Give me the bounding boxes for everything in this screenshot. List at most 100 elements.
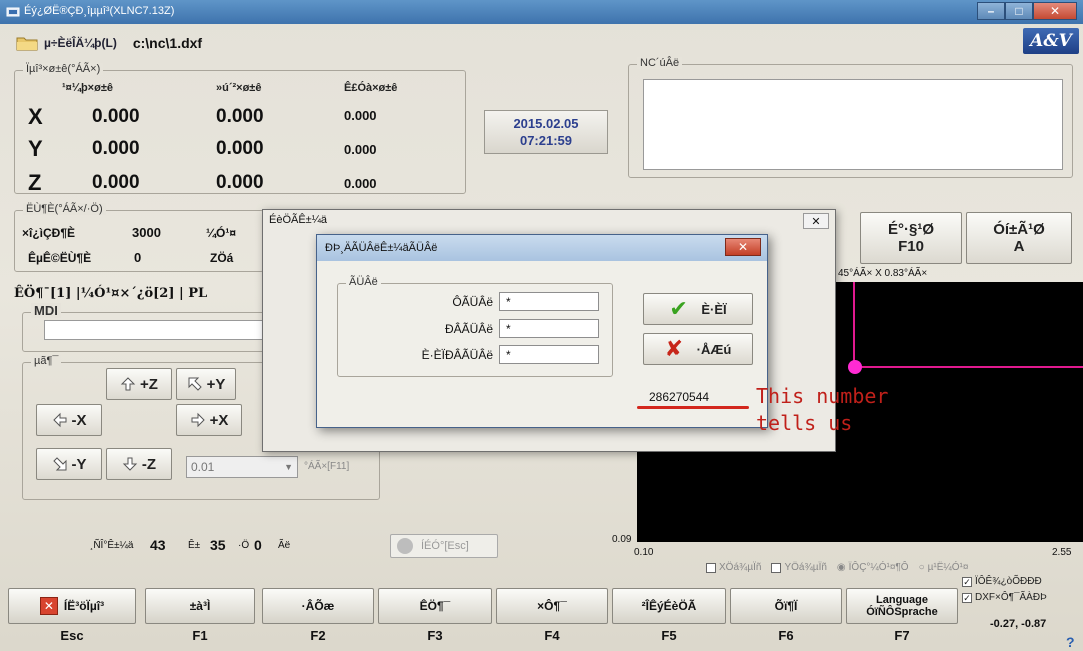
valve-off-label: É°·§¹Ø bbox=[887, 221, 934, 238]
jog-minus-x-button[interactable]: -X bbox=[36, 404, 102, 436]
confirm-password-label: È·ÈÏÐÂÃÜÂë bbox=[421, 348, 493, 362]
jog-minus-y-label: -Y bbox=[71, 455, 87, 473]
fkey-f3-key: F3 bbox=[427, 628, 443, 643]
hours-label: Ê± bbox=[188, 540, 201, 551]
cut-time-label: ¸ÑÎ°Ê±¼ä bbox=[90, 540, 134, 551]
mode-tabs[interactable]: ÊÖ¶¯[1] |¼Ó¹¤×´¿ö[2] | PL bbox=[14, 286, 207, 301]
remain-y-value: 0.000 bbox=[344, 142, 377, 157]
chevron-down-icon: ▼ bbox=[284, 462, 293, 472]
radio-option-b[interactable]: ○ µ¹Ë¼Ó¹¤ bbox=[919, 562, 969, 573]
machining-label: ¼Ó¹¤ bbox=[206, 226, 237, 240]
cross-icon: ✘ bbox=[664, 336, 684, 361]
actual-speed-value: 0 bbox=[134, 250, 142, 265]
old-password-input[interactable]: * bbox=[499, 292, 599, 311]
mirror-y-checkbox[interactable] bbox=[771, 562, 782, 573]
mdi-input[interactable] bbox=[44, 320, 266, 340]
load-file-button[interactable]: µ÷ÈëÎÄ¼þ(L) bbox=[8, 33, 125, 53]
radio-option-a-label: ÏÔÇ°¼Ó¹¤¶Ô bbox=[848, 562, 909, 573]
mirror-x-checkbox[interactable] bbox=[706, 562, 716, 573]
fkey-exit-label: ÍË³öÏµî³ bbox=[63, 599, 105, 613]
fkey-f5[interactable]: ²ÎÊýÉèÖÃ bbox=[612, 588, 726, 624]
jog-minus-z-label: -Z bbox=[141, 455, 157, 473]
settings-dialog-close-button[interactable]: ✕ bbox=[803, 213, 829, 229]
dxf-auto-checkbox[interactable]: ✓ bbox=[962, 592, 972, 603]
fkey-f3[interactable]: ÊÖ¶¯ bbox=[378, 588, 492, 624]
dxf-auto-label: DXF×Ô¶¯ÃÀÐÞ bbox=[975, 592, 1047, 603]
help-icon[interactable]: ? bbox=[1066, 634, 1075, 650]
pump-off-key: A bbox=[1013, 238, 1025, 255]
fkey-f1[interactable]: ±à³Ì bbox=[145, 588, 255, 624]
tool-position-marker bbox=[848, 360, 862, 374]
jog-plus-z-label: +Z bbox=[140, 375, 158, 393]
jog-plus-x-label: +X bbox=[209, 411, 229, 429]
jog-plus-z-button[interactable]: +Z bbox=[106, 368, 172, 400]
confirm-button[interactable]: ✔ È·ÈÏ bbox=[643, 293, 753, 325]
fkey-f6[interactable]: Õï¶Ï bbox=[730, 588, 842, 624]
show-frame-checkbox[interactable]: ✓ bbox=[962, 576, 972, 587]
minimize-button[interactable]: – bbox=[977, 2, 1005, 20]
minutes-label: ·Ö bbox=[238, 540, 250, 551]
jog-plus-x-button[interactable]: +X bbox=[176, 404, 242, 436]
step-size-select[interactable]: 0.01 ▼ bbox=[186, 456, 298, 478]
view-options: XÖá¾µÏñ YÖá¾µÏñ ◉ ÏÔÇ°¼Ó¹¤¶Ô ○ µ¹Ë¼Ó¹¤ bbox=[706, 562, 968, 573]
jog-title: µã¶¯ bbox=[31, 355, 62, 367]
confirm-password-input[interactable]: * bbox=[499, 345, 599, 364]
annotation-underline bbox=[637, 406, 749, 409]
date-text: 2015.02.05 bbox=[513, 116, 579, 131]
nc-code-title: NC´úÂë bbox=[637, 57, 683, 69]
annotation-text: This number tells us bbox=[756, 383, 888, 437]
nc-code-area[interactable] bbox=[643, 79, 1063, 170]
seconds-unit: Ãë bbox=[278, 540, 291, 551]
axis-label-y: Y bbox=[28, 136, 43, 161]
close-window-button[interactable]: ✕ bbox=[1033, 2, 1077, 20]
cut-time-value: 43 bbox=[150, 537, 166, 553]
arrow-left-icon bbox=[52, 412, 66, 428]
password-group-title: ÃÜÂë bbox=[346, 276, 381, 288]
col-header-machine: »ú´²×ø±ê bbox=[216, 82, 262, 94]
stop-button[interactable]: ÍÉÓ°[Esc] bbox=[390, 534, 498, 558]
dxf-auto-option[interactable]: ✓ DXF×Ô¶¯ÃÀÐÞ bbox=[962, 592, 1047, 603]
machine-x-value: 0.000 bbox=[216, 106, 264, 127]
annotation-line-1: This number bbox=[756, 384, 889, 408]
cancel-button[interactable]: ✘ ·ÅÆú bbox=[643, 333, 753, 365]
remain-x-value: 0.000 bbox=[344, 108, 377, 123]
fkey-f7[interactable]: Language ÓïÑÔSprache bbox=[846, 588, 958, 624]
fkey-exit-key: Esc bbox=[60, 628, 84, 643]
valve-off-button[interactable]: É°·§¹Ø F10 bbox=[860, 212, 962, 264]
jog-minus-y-button[interactable]: -Y bbox=[36, 448, 102, 480]
mirror-y-option[interactable]: YÖá¾µÏñ bbox=[771, 562, 827, 573]
settings-dialog-title: ÉèÖÃÊ±¼ä bbox=[269, 214, 328, 226]
speed-title: ËÙ¶È(°ÁÃ×/·Ö) bbox=[23, 203, 106, 215]
fkey-exit[interactable]: ✕ ÍË³öÏµî³ bbox=[8, 588, 136, 624]
fkey-f2[interactable]: ·ÂÕæ bbox=[262, 588, 374, 624]
show-frame-option[interactable]: ✓ ÏÔÊ¾¿òÕÐÐÐ bbox=[962, 576, 1042, 587]
remain-z-value: 0.000 bbox=[344, 176, 377, 191]
fkey-f6-key: F6 bbox=[778, 628, 794, 643]
fkey-f3-label: ÊÖ¶¯ bbox=[419, 599, 451, 613]
fkey-f6-label: Õï¶Ï bbox=[774, 599, 798, 613]
graph-x-min: 0.10 bbox=[634, 547, 654, 558]
jog-minus-z-button[interactable]: -Z bbox=[106, 448, 172, 480]
fkey-f4[interactable]: ×Ô¶¯ bbox=[496, 588, 608, 624]
work-y-value: 0.000 bbox=[92, 138, 140, 159]
mdi-title: MDI bbox=[31, 303, 61, 318]
mirror-y-label: YÖá¾µÏñ bbox=[784, 562, 827, 573]
hours-value: 35 bbox=[210, 537, 226, 553]
load-file-label: µ÷ÈëÎÄ¼þ(L) bbox=[44, 36, 117, 50]
pump-off-button[interactable]: Óí±Ã¹Ø A bbox=[966, 212, 1072, 264]
new-password-input[interactable]: * bbox=[499, 319, 599, 338]
password-dialog-close-button[interactable]: ✕ bbox=[725, 238, 761, 256]
fkey-f1-label: ±à³Ì bbox=[189, 599, 211, 613]
work-z-value: 0.000 bbox=[92, 172, 140, 193]
mirror-x-option[interactable]: XÖá¾µÏñ bbox=[706, 562, 761, 573]
confirm-label: È·ÈÏ bbox=[701, 301, 727, 317]
fkey-f5-key: F5 bbox=[661, 628, 677, 643]
col-header-remain: Ê£Óà×ø±ê bbox=[344, 82, 398, 94]
fkey-f2-key: F2 bbox=[310, 628, 326, 643]
maximize-button[interactable]: □ bbox=[1005, 2, 1033, 20]
max-cut-speed-value: 3000 bbox=[132, 225, 161, 240]
fkey-f4-key: F4 bbox=[544, 628, 560, 643]
fkey-f5-label: ²ÎÊýÉèÖÃ bbox=[641, 599, 697, 613]
jog-plus-y-button[interactable]: +Y bbox=[176, 368, 236, 400]
radio-option-a[interactable]: ◉ ÏÔÇ°¼Ó¹¤¶Ô bbox=[837, 562, 909, 573]
